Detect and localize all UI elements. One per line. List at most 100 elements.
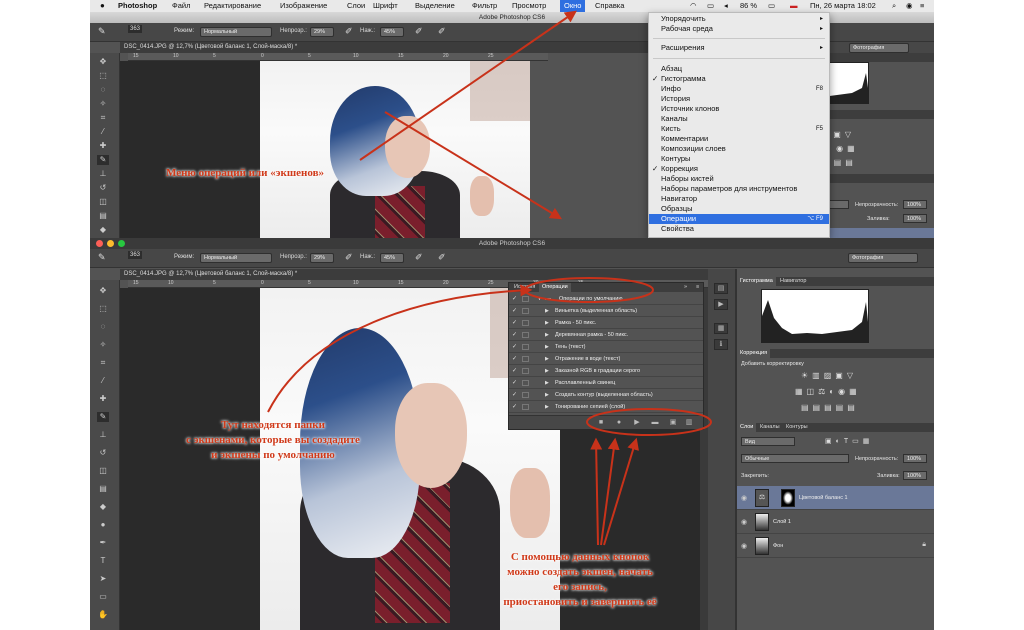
eraser-tool-icon[interactable]: ◫ [97, 197, 109, 207]
dialog-toggle[interactable] [522, 320, 529, 326]
pressure-size-icon[interactable]: ✐ [438, 252, 446, 263]
menu-item-channels[interactable]: Каналы [649, 114, 829, 124]
menu-item-paths[interactable]: Контуры [649, 154, 829, 164]
menu-help[interactable]: Справка [595, 0, 624, 12]
layer-row-layer1[interactable]: ◉ Слой 1 [737, 510, 934, 534]
stop-icon[interactable]: ■ [597, 419, 605, 427]
expand-triangle-icon[interactable]: ▶ [545, 305, 549, 317]
mode-select[interactable]: Нормальный [200, 253, 272, 263]
record-icon[interactable]: ● [615, 419, 623, 427]
action-row[interactable]: ✓ ▶ Деревянная рамка - 50 пикс. [509, 329, 703, 341]
move-tool-icon[interactable]: ✥ [97, 286, 109, 296]
layer-fill[interactable]: 100% [903, 214, 927, 223]
dialog-toggle[interactable] [522, 296, 529, 302]
action-row[interactable]: ✓ ▶ Создать контур (выделенная область) [509, 389, 703, 401]
menu-item-brush[interactable]: Кисть F5 [649, 124, 829, 134]
brush-tool-icon[interactable]: ✎ [98, 26, 106, 37]
airbrush-icon[interactable]: ✐ [415, 252, 423, 263]
dialog-toggle[interactable] [522, 332, 529, 338]
layer-filter-icons[interactable]: ▣◐T▭▦ [825, 437, 873, 445]
tab-channels[interactable]: Каналы [757, 423, 783, 432]
menu-item-workspace[interactable]: Рабочая среда ▸ [649, 24, 829, 34]
search-icon[interactable]: ⌕ [892, 0, 896, 12]
eyedropper-tool-icon[interactable]: ⁄ [97, 127, 109, 137]
menu-item-adjustments[interactable]: ✓ Коррекция [649, 164, 829, 174]
panel-collapse-icon[interactable]: » [681, 283, 690, 292]
workspace-select[interactable]: Фотография [849, 43, 909, 53]
type-tool-icon[interactable]: T [97, 556, 109, 566]
menu-item-brush-presets[interactable]: Наборы кистей [649, 174, 829, 184]
menu-image[interactable]: Изображение [280, 0, 327, 12]
action-row[interactable]: ✓ ▶ Тонирование сепией (слой) [509, 401, 703, 413]
toggle-check-icon[interactable]: ✓ [512, 329, 517, 341]
menu-item-swatches[interactable]: Образцы [649, 204, 829, 214]
tab-layers[interactable]: Слои [737, 423, 757, 432]
visibility-eye-icon[interactable]: ◉ [741, 518, 747, 526]
blur-tool-icon[interactable]: ◆ [97, 502, 109, 512]
history-brush-tool-icon[interactable]: ↺ [97, 448, 109, 458]
action-row[interactable]: ✓ ▶ Отражение в воде (текст) [509, 353, 703, 365]
toggle-check-icon[interactable]: ✓ [512, 365, 517, 377]
visibility-eye-icon[interactable]: ◉ [741, 494, 747, 502]
properties-panel-icon[interactable]: ▦ [714, 323, 728, 334]
marquee-tool-icon[interactable]: ⬚ [97, 71, 109, 81]
pen-tool-icon[interactable]: ✒ [97, 538, 109, 548]
expand-triangle-icon[interactable]: ▶ [545, 317, 549, 329]
healing-tool-icon[interactable]: ✚ [97, 141, 109, 151]
dodge-tool-icon[interactable]: ● [97, 520, 109, 530]
menu-item-arrange[interactable]: Упорядочить ▸ [649, 14, 829, 24]
toggle-check-icon[interactable]: ✓ [512, 377, 517, 389]
quick-select-tool-icon[interactable]: ✧ [97, 340, 109, 350]
tab-navigator[interactable]: Навигатор [777, 277, 809, 286]
tab-histogram[interactable]: Гистограмма [737, 277, 776, 286]
toggle-check-icon[interactable]: ✓ [512, 401, 517, 413]
path-select-tool-icon[interactable]: ➤ [97, 574, 109, 584]
adjustment-icons-row-2[interactable]: ▦◫⚖◐◉▦ [795, 387, 861, 396]
pressure-opacity-icon[interactable]: ✐ [345, 26, 353, 37]
canvas-area[interactable] [120, 61, 530, 238]
expand-triangle-icon[interactable]: ▼ [537, 293, 542, 305]
layer-opacity[interactable]: 100% [903, 200, 927, 209]
blur-tool-icon[interactable]: ◆ [97, 225, 109, 235]
layer-row-background[interactable]: ◉ Фон 🔒︎ [737, 534, 934, 558]
menu-item-histogram[interactable]: ✓ Гистограмма [649, 74, 829, 84]
pressure-opacity-icon[interactable]: ✐ [345, 252, 353, 263]
panel-menu-icon[interactable]: ≡ [693, 283, 702, 292]
expand-triangle-icon[interactable]: ▶ [545, 365, 549, 377]
language-flag-icon[interactable]: ▬ [790, 0, 798, 12]
action-row[interactable]: ✓ ▶ Виньетка (выделенная область) [509, 305, 703, 317]
pressure-input[interactable]: 45% [380, 27, 404, 37]
dialog-toggle[interactable] [522, 344, 529, 350]
menu-view[interactable]: Просмотр [512, 0, 546, 12]
minimize-window-icon[interactable] [107, 240, 114, 247]
quick-select-tool-icon[interactable]: ✧ [97, 99, 109, 109]
history-panel-icon[interactable]: ▤ [714, 283, 728, 294]
menu-item-notes[interactable]: Комментарии [649, 134, 829, 144]
battery-icon[interactable]: ▭ [768, 0, 775, 12]
menu-item-paragraph[interactable]: Абзац [649, 64, 829, 74]
eyedropper-tool-icon[interactable]: ⁄ [97, 376, 109, 386]
menu-layers[interactable]: Слои [347, 0, 365, 12]
airbrush-icon[interactable]: ✐ [415, 26, 423, 37]
menu-file[interactable]: Файл [172, 0, 190, 12]
mode-select[interactable]: Нормальный [200, 27, 272, 37]
brush-tool-icon[interactable]: ✎ [97, 412, 109, 422]
menu-item-tool-presets[interactable]: Наборы параметров для инструментов [649, 184, 829, 194]
dialog-toggle[interactable] [522, 308, 529, 314]
expand-triangle-icon[interactable]: ▶ [545, 329, 549, 341]
action-row[interactable]: ✓ ▶ Расплавленный свинец [509, 377, 703, 389]
dialog-toggle[interactable] [522, 368, 529, 374]
brush-size[interactable]: 363 [128, 25, 143, 33]
opacity-input[interactable]: 29% [310, 253, 334, 263]
zoom-window-icon[interactable] [118, 240, 125, 247]
expand-triangle-icon[interactable]: ▶ [545, 401, 549, 413]
gradient-tool-icon[interactable]: ▤ [97, 484, 109, 494]
toggle-check-icon[interactable]: ✓ [512, 353, 517, 365]
lasso-tool-icon[interactable]: ◌ [97, 85, 109, 95]
wifi-icon[interactable]: ◠ [690, 0, 697, 12]
info-panel-icon[interactable]: ℹ [714, 339, 728, 350]
menu-item-clone-source[interactable]: Источник клонов [649, 104, 829, 114]
stamp-tool-icon[interactable]: ⊥ [97, 430, 109, 440]
list-icon[interactable]: ≡ [920, 0, 924, 12]
toggle-check-icon[interactable]: ✓ [512, 305, 517, 317]
